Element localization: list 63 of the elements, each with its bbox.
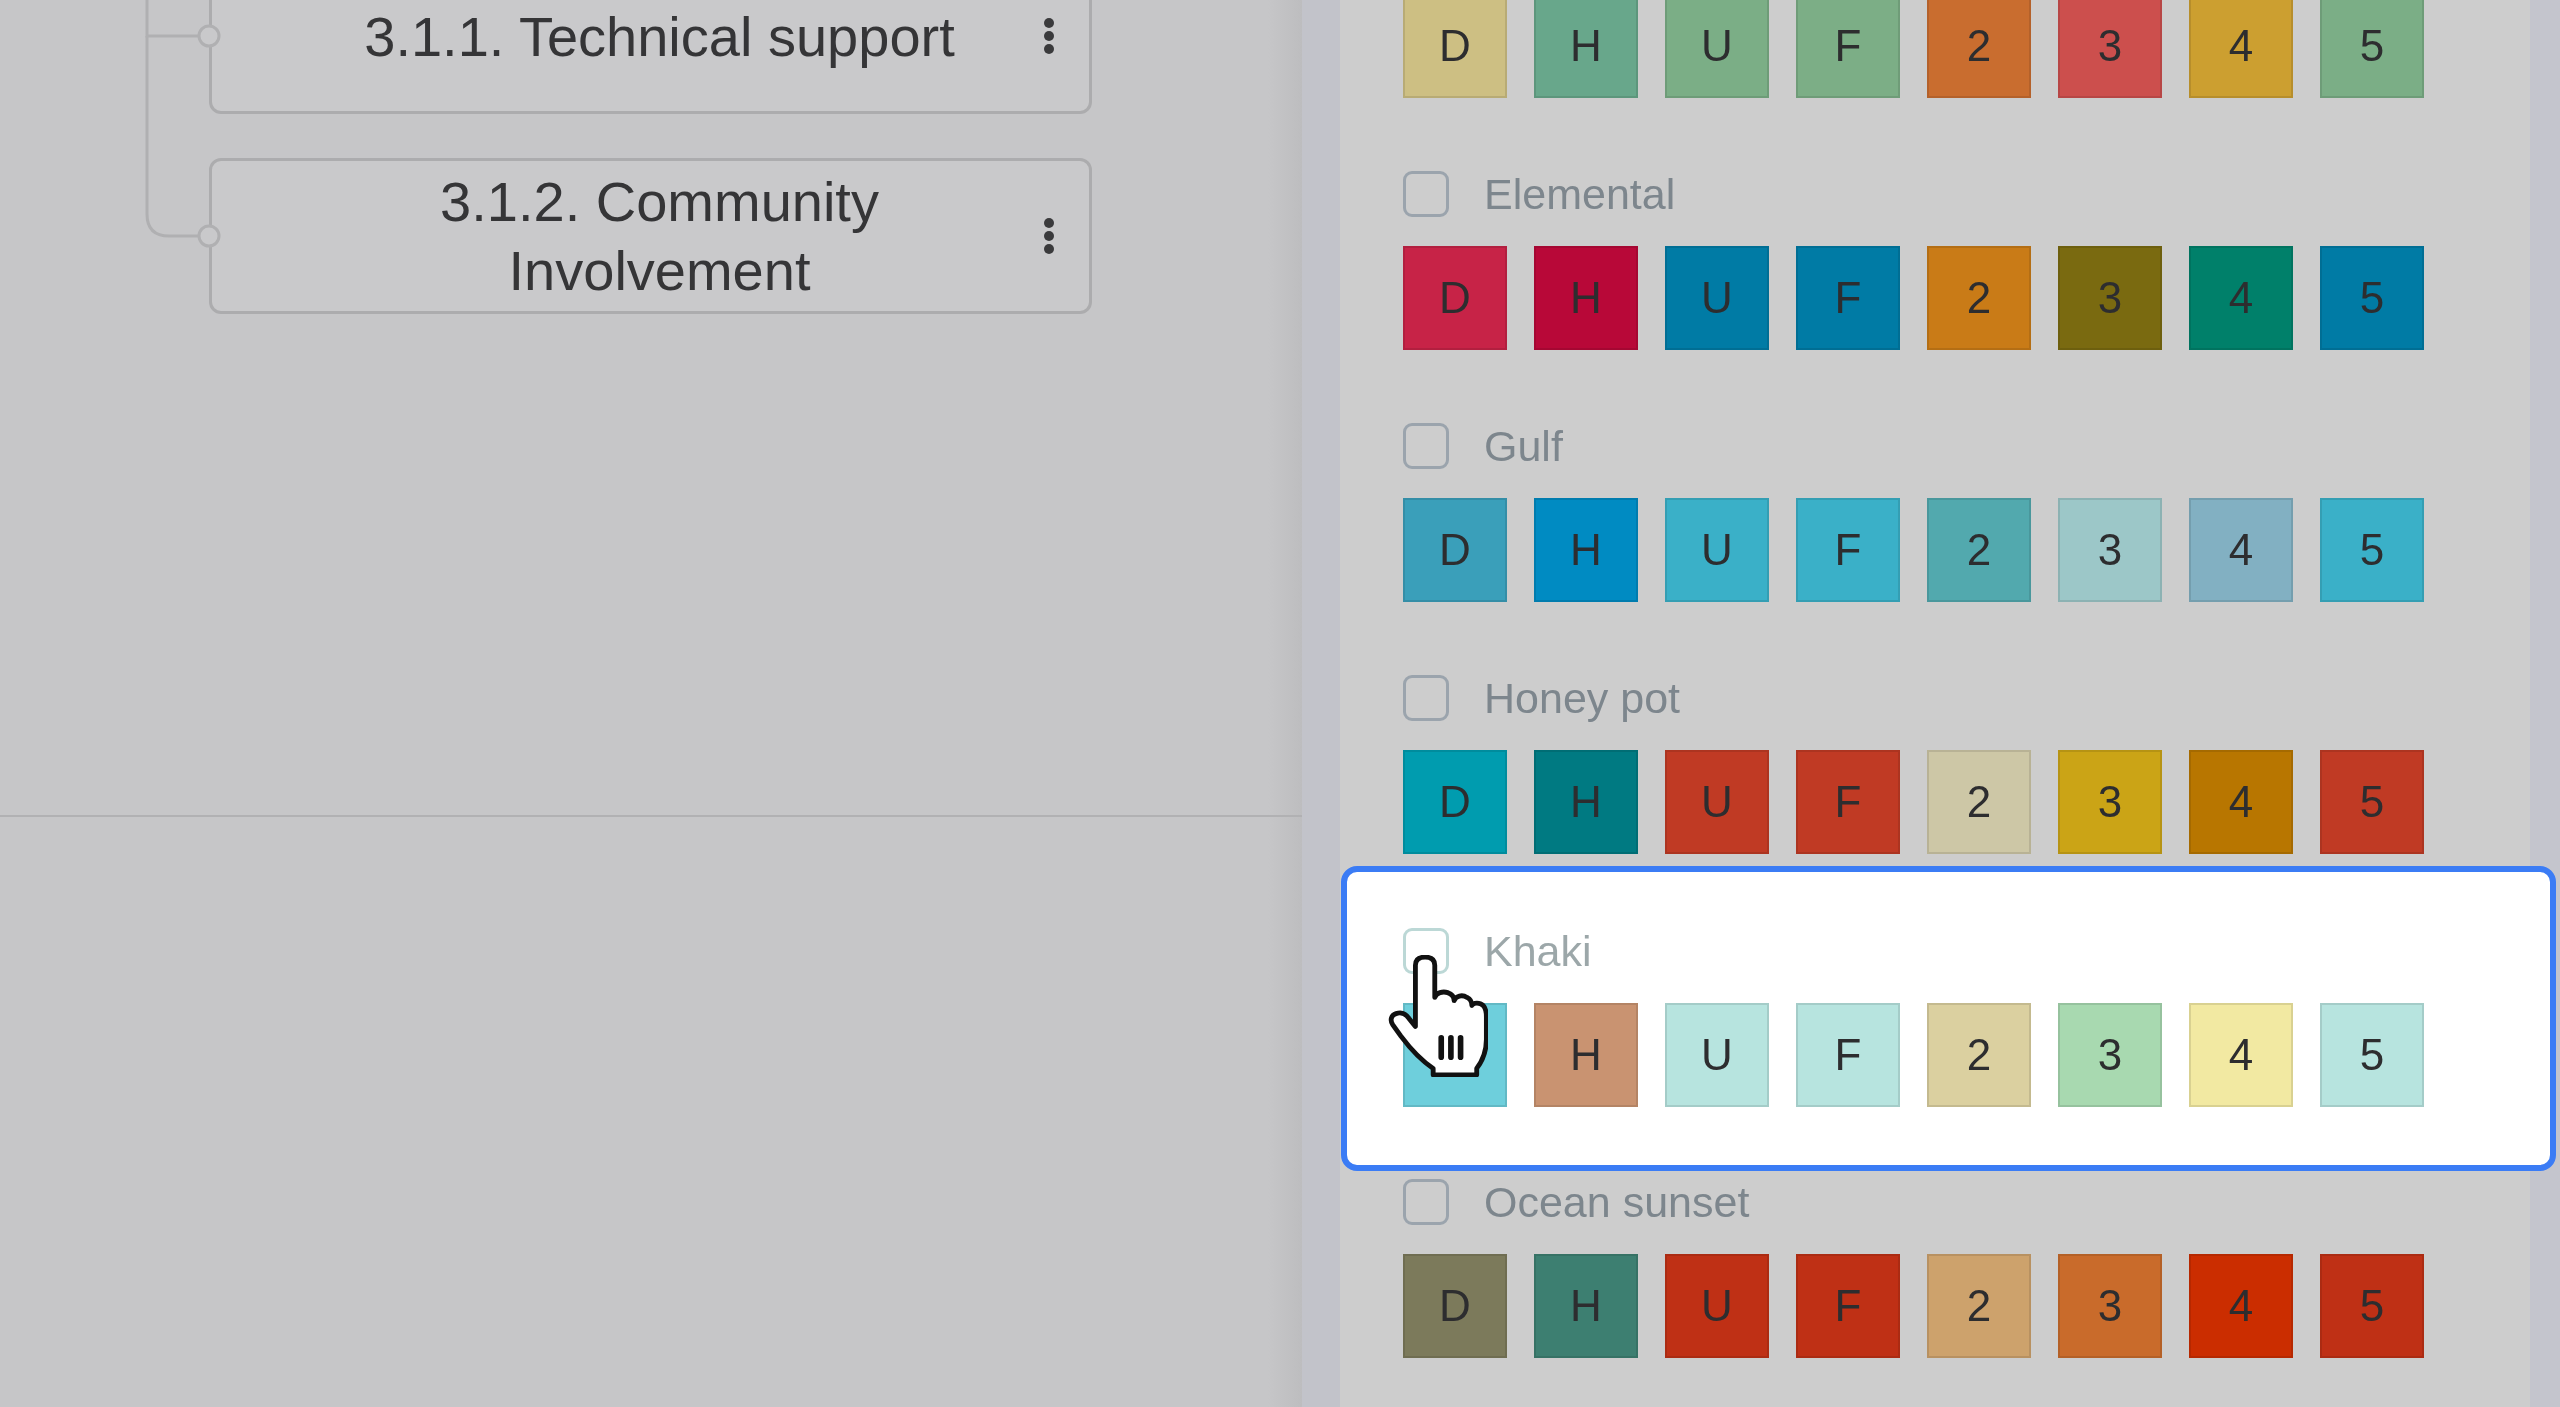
- color-swatch: D: [1403, 246, 1507, 350]
- color-swatch: 2: [1927, 0, 2031, 98]
- kebab-menu-icon[interactable]: [1043, 17, 1055, 55]
- checkbox[interactable]: [1403, 675, 1449, 721]
- color-swatch: 3: [2058, 1003, 2162, 1107]
- color-swatch: 2: [1927, 1254, 2031, 1358]
- palette-name: Honey pot: [1484, 675, 1681, 721]
- color-swatch: 5: [2320, 1003, 2424, 1107]
- checkbox[interactable]: [1403, 423, 1449, 469]
- color-swatch: 3: [2058, 498, 2162, 602]
- color-swatch: D: [1403, 750, 1507, 854]
- color-swatch: 4: [2189, 1254, 2293, 1358]
- color-swatch: 5: [2320, 1254, 2424, 1358]
- color-swatch: 2: [1927, 750, 2031, 854]
- color-swatch: 4: [2189, 0, 2293, 98]
- color-swatch: U: [1665, 750, 1769, 854]
- color-swatch: 2: [1927, 498, 2031, 602]
- color-swatch: U: [1665, 246, 1769, 350]
- palette-name: Ocean sunset: [1484, 1179, 1750, 1225]
- color-swatch: F: [1796, 750, 1900, 854]
- color-swatch: F: [1796, 1254, 1900, 1358]
- color-swatch: U: [1665, 498, 1769, 602]
- color-swatch: U: [1665, 0, 1769, 98]
- color-swatch: H: [1534, 498, 1638, 602]
- color-swatch: 3: [2058, 1254, 2162, 1358]
- node-label: 3.1.2. Community Involvement: [439, 169, 880, 304]
- color-swatch: F: [1796, 498, 1900, 602]
- color-swatch: F: [1796, 246, 1900, 350]
- color-swatch: 3: [2058, 246, 2162, 350]
- color-swatch: U: [1665, 1003, 1769, 1107]
- color-swatch: U: [1665, 1254, 1769, 1358]
- color-swatch: F: [1796, 1003, 1900, 1107]
- color-swatch: D: [1403, 0, 1507, 98]
- color-swatch: 4: [2189, 1003, 2293, 1107]
- color-swatch: D: [1403, 1254, 1507, 1358]
- color-swatch: 4: [2189, 246, 2293, 350]
- color-swatch: 2: [1927, 246, 2031, 350]
- kebab-menu-icon[interactable]: [1043, 217, 1055, 255]
- color-swatch: H: [1534, 1254, 1638, 1358]
- tree-node[interactable]: 3.1.1. Technical support: [209, 0, 1092, 114]
- node-label: 3.1.1. Technical support: [363, 3, 956, 70]
- hand-cursor-icon: [1388, 955, 1488, 1077]
- tree-node[interactable]: 3.1.2. Community Involvement: [209, 158, 1092, 314]
- color-swatch: H: [1534, 0, 1638, 98]
- color-swatch: D: [1403, 498, 1507, 602]
- checkbox[interactable]: [1403, 1179, 1449, 1225]
- color-swatch: 3: [2058, 750, 2162, 854]
- color-swatch: 5: [2320, 246, 2424, 350]
- color-swatch: 2: [1927, 1003, 2031, 1107]
- color-swatch: 4: [2189, 750, 2293, 854]
- palette-name: Elemental: [1484, 171, 1676, 217]
- color-swatch: H: [1534, 246, 1638, 350]
- color-swatch: 4: [2189, 498, 2293, 602]
- color-swatch: H: [1534, 1003, 1638, 1107]
- color-swatch: F: [1796, 0, 1900, 98]
- checkbox[interactable]: [1403, 171, 1449, 217]
- color-swatch: 5: [2320, 498, 2424, 602]
- color-swatch: 3: [2058, 0, 2162, 98]
- palette-name: Gulf: [1484, 423, 1563, 469]
- color-swatch: 5: [2320, 750, 2424, 854]
- palette-name: Khaki: [1484, 928, 1592, 974]
- color-swatch: H: [1534, 750, 1638, 854]
- color-swatch: 5: [2320, 0, 2424, 98]
